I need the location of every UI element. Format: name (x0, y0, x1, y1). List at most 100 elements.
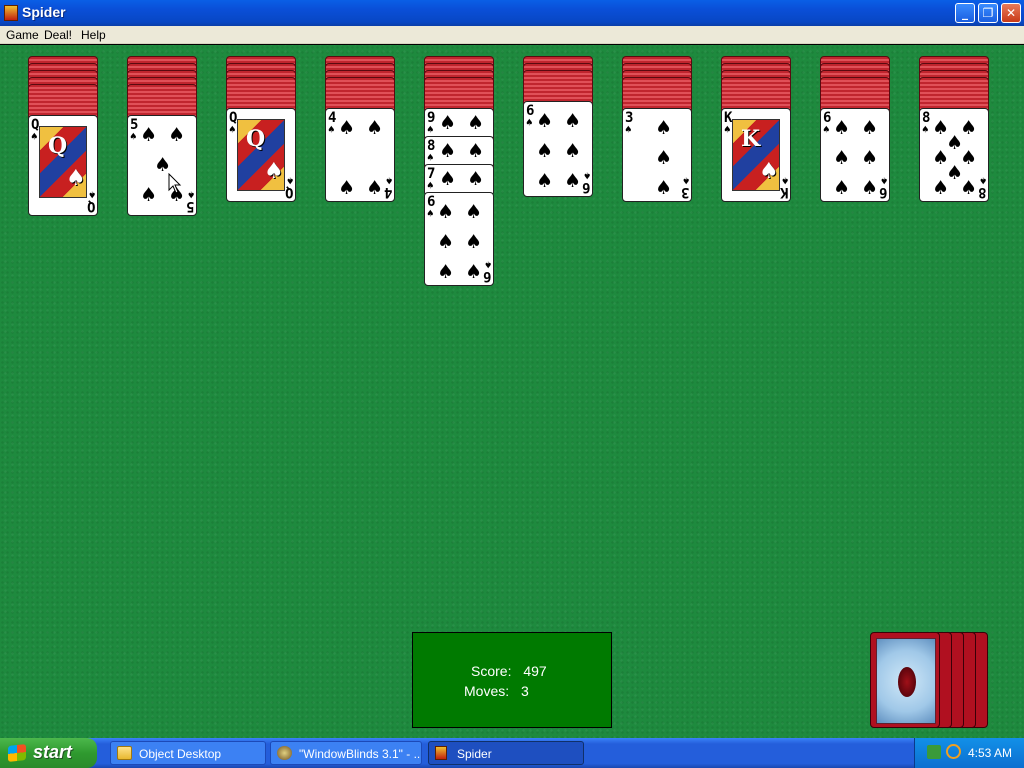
card-rank-bottom: 3 ♠ (681, 174, 689, 200)
spade-pip-icon: ♠ (465, 231, 483, 253)
score-label: Score: (471, 663, 512, 679)
playing-card[interactable]: 4 ♠ 4 ♠ ♠ ♠ ♠ ♠ (325, 108, 395, 202)
spade-icon: ♠ (880, 174, 887, 187)
taskbar: start Object Desktop "WindowBlinds 3.1" … (0, 738, 1024, 768)
spade-icon: ♠ (625, 123, 632, 136)
start-button[interactable]: start (0, 738, 97, 768)
score-value: 497 (523, 663, 547, 679)
spade-pip-icon: ♠ (467, 168, 485, 190)
spade-pip-icon: ♠ (366, 177, 384, 199)
spade-pip-icon: ♠ (655, 177, 673, 199)
card-rank-top: 6 ♠ (823, 111, 831, 136)
start-label: start (33, 742, 73, 762)
spade-icon: ♠ (130, 130, 137, 143)
moves-value: 3 (521, 683, 529, 699)
stock-card-back (870, 632, 940, 728)
spade-icon: ♠ (979, 174, 986, 187)
playing-card[interactable]: K ♠ K ♠ K ♠ (721, 108, 791, 202)
card-rank-top: 5 ♠ (130, 118, 138, 143)
menu-deal[interactable]: Deal! (44, 28, 72, 42)
spade-icon: ♠ (427, 123, 434, 136)
system-tray: 4:53 AM (914, 738, 1024, 768)
stock-pile[interactable] (870, 632, 990, 728)
spade-pip-icon: ♠ (439, 168, 457, 190)
clock: 4:53 AM (968, 746, 1013, 760)
playing-card[interactable]: 6 ♠ 6 ♠ ♠ ♠ ♠ ♠ ♠ ♠ (424, 192, 494, 286)
close-button[interactable]: ✕ (1001, 3, 1021, 23)
taskbar-item-label: Object Desktop (139, 747, 222, 761)
score-panel: Score: 497 Moves: 3 (412, 632, 612, 728)
playing-card[interactable]: 6 ♠ 6 ♠ ♠ ♠ ♠ ♠ ♠ ♠ (820, 108, 890, 202)
spade-icon: ♠ (187, 188, 194, 201)
spider-app-icon (4, 5, 18, 21)
network-icon[interactable] (927, 745, 941, 759)
card-rank-bottom: 8 ♠ (978, 174, 986, 200)
spade-pip-icon: ♠ (655, 147, 673, 169)
spade-icon: ♠ (385, 174, 392, 187)
spade-pip-icon: ♠ (960, 177, 978, 199)
menu-help[interactable]: Help (81, 28, 106, 42)
spade-pip-icon: ♠ (833, 147, 851, 169)
spade-icon: ♠ (328, 123, 335, 136)
spade-icon: ♠ (88, 188, 95, 201)
windows-logo-icon (8, 744, 26, 762)
card-rank-top: 6 ♠ (427, 195, 435, 220)
title-bar: Spider _ ❐ ✕ (0, 0, 1024, 26)
mouse-cursor-icon (168, 173, 182, 194)
spider-icon (898, 667, 916, 697)
spade-icon: ♠ (427, 207, 434, 220)
spade-pip-icon: ♠ (564, 170, 582, 192)
card-rank-top: 8 ♠ (922, 111, 930, 136)
spade-pip-icon: ♠ (536, 110, 554, 132)
spade-icon: ♠ (922, 123, 929, 136)
card-rank-bottom: K ♠ (780, 174, 788, 200)
playing-card[interactable]: Q ♠ Q ♠ Q ♠ (226, 108, 296, 202)
menu-game[interactable]: Game (6, 28, 39, 42)
card-rank-top: 3 ♠ (625, 111, 633, 136)
queen-face-art: Q ♠ (39, 126, 87, 198)
playing-card[interactable]: 5 ♠ 5 ♠ ♠ ♠ ♠ ♠ ♠ (127, 115, 197, 216)
spade-pip-icon: ♠ (465, 201, 483, 223)
window-title: Spider (22, 4, 66, 20)
spade-pip-icon: ♠ (833, 177, 851, 199)
card-rank-top: 7 ♠ (427, 167, 435, 191)
search-icon[interactable] (946, 744, 961, 759)
spade-pip-icon: ♠ (437, 201, 455, 223)
spade-icon: ♠ (823, 123, 830, 136)
spade-icon: ♠ (427, 151, 434, 164)
minimize-button[interactable]: _ (955, 3, 975, 23)
card-rank-top: 9 ♠ (427, 111, 435, 136)
windowblinds-icon (277, 746, 292, 760)
spider-app-icon (435, 746, 447, 760)
game-table: Q ♠ Q ♠ Q ♠ 5 ♠ 5 ♠ ♠ ♠ ♠ ♠ ♠ Q ♠ Q ♠ Q ♠ 4 ♠ 4 ♠ ♠ ♠ ♠ ♠ 9 ♠ ♠ ♠ 8 ♠ ♠ ♠ 7 ♠ ♠… (0, 45, 1024, 738)
spade-pip-icon: ♠ (467, 140, 485, 162)
taskbar-item-windowblinds[interactable]: "WindowBlinds 3.1" - ... (270, 741, 422, 765)
face-card-letter: K (741, 126, 761, 152)
playing-card[interactable]: Q ♠ Q ♠ Q ♠ (28, 115, 98, 216)
taskbar-item-object-desktop[interactable]: Object Desktop (110, 741, 266, 765)
card-rank-bottom: Q ♠ (285, 174, 293, 200)
spade-pip-icon: ♠ (439, 112, 457, 134)
menu-bar: Game Deal! Help (0, 26, 1024, 44)
playing-card[interactable]: 8 ♠ 8 ♠ ♠ ♠ ♠ ♠ ♠ ♠ ♠ ♠ (919, 108, 989, 202)
spade-pip-icon: ♠ (536, 170, 554, 192)
card-rank-top: 8 ♠ (427, 139, 435, 164)
moves-label: Moves: (464, 683, 510, 699)
playing-card[interactable]: 3 ♠ 3 ♠ ♠ ♠ ♠ (622, 108, 692, 202)
spade-pip-icon: ♠ (439, 140, 457, 162)
taskbar-item-label: "WindowBlinds 3.1" - ... (299, 747, 422, 761)
spade-pip-icon: ♠ (932, 177, 950, 199)
spade-pip-icon: ♠ (140, 184, 158, 206)
card-rank-bottom: 6 ♠ (483, 258, 491, 284)
king-face-art: K ♠ (732, 119, 780, 191)
taskbar-item-spider[interactable]: Spider (428, 741, 584, 765)
spade-icon: ♠ (286, 174, 293, 187)
playing-card[interactable]: 6 ♠ 6 ♠ ♠ ♠ ♠ ♠ ♠ ♠ (523, 101, 593, 197)
restore-button[interactable]: ❐ (978, 3, 998, 23)
folder-icon (117, 746, 132, 760)
card-rank-top: 4 ♠ (328, 111, 336, 136)
spade-pip-icon: ♠ (437, 261, 455, 283)
card-rank-bottom: 6 ♠ (879, 174, 887, 200)
queen-face-art: Q ♠ (237, 119, 285, 191)
face-card-letter: Q (48, 133, 68, 159)
